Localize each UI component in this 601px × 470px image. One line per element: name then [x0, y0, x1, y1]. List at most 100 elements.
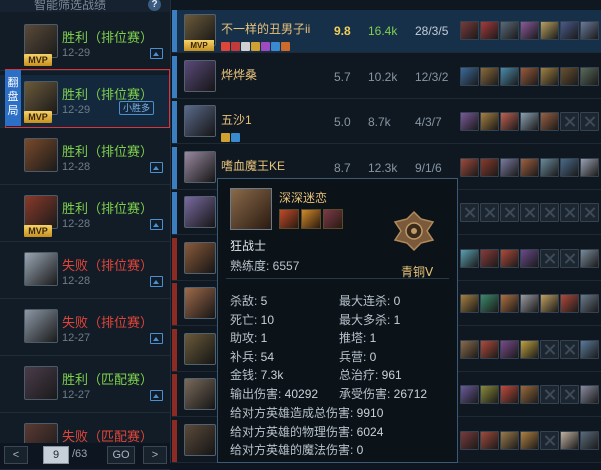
page-number-input[interactable]: 9	[43, 446, 69, 464]
player-name[interactable]: 嗜血魔王KE	[221, 157, 285, 174]
empty-item-slot[interactable]	[540, 203, 559, 222]
empty-item-slot[interactable]	[540, 385, 559, 404]
item-icon[interactable]	[500, 157, 519, 177]
item-icon[interactable]	[560, 294, 579, 313]
player-name[interactable]: 五沙1	[221, 111, 252, 128]
player-row[interactable]: 烨烨桑 5.7 10.2k 12/3/2	[172, 55, 601, 99]
item-icon[interactable]	[520, 430, 539, 450]
game-list-item[interactable]: 失败（排位赛） 12-27	[0, 303, 170, 356]
item-icon[interactable]	[460, 66, 479, 86]
item-icon[interactable]	[520, 248, 539, 268]
player-name[interactable]: 烨烨桑	[221, 66, 257, 83]
empty-item-slot[interactable]	[460, 203, 479, 222]
item-icon[interactable]	[520, 66, 539, 86]
item-icon[interactable]	[480, 294, 499, 313]
game-list-item[interactable]: 胜利（排位赛） 12-28	[0, 132, 170, 185]
item-icon[interactable]	[480, 248, 499, 268]
item-icon[interactable]	[500, 430, 519, 450]
champion-icon[interactable]	[184, 150, 216, 183]
item-icon[interactable]	[460, 21, 479, 40]
item-icon[interactable]	[540, 294, 559, 313]
item-icon[interactable]	[460, 385, 479, 404]
item-icon[interactable]	[480, 66, 499, 86]
empty-item-slot[interactable]	[480, 203, 499, 222]
item-icon[interactable]	[480, 21, 499, 40]
champion-icon[interactable]	[184, 105, 216, 137]
empty-item-slot[interactable]	[580, 112, 599, 131]
item-icon[interactable]	[480, 430, 499, 450]
champion-icon[interactable]	[184, 287, 216, 319]
item-icon[interactable]	[520, 339, 539, 359]
item-icon[interactable]	[540, 66, 559, 86]
item-icon[interactable]	[480, 385, 499, 404]
item-icon[interactable]	[580, 294, 599, 313]
item-icon[interactable]	[500, 339, 519, 359]
game-list-item[interactable]: 失败（排位赛） 12-28	[0, 246, 170, 299]
item-icon[interactable]	[580, 430, 599, 450]
item-icon[interactable]	[540, 112, 559, 131]
game-list-item[interactable]: MVP 胜利（排位赛） 12-28	[0, 189, 170, 242]
empty-item-slot[interactable]	[560, 385, 579, 404]
item-icon[interactable]	[580, 339, 599, 359]
empty-item-slot[interactable]	[500, 203, 519, 222]
item-icon[interactable]	[560, 21, 579, 40]
champion-icon[interactable]	[184, 378, 216, 410]
item-icon[interactable]	[480, 157, 499, 177]
item-icon[interactable]	[500, 66, 519, 86]
champion-icon[interactable]	[184, 332, 216, 365]
smart-filter-label[interactable]: 智能筛选战绩	[34, 0, 106, 13]
item-icon[interactable]	[560, 66, 579, 86]
empty-item-slot[interactable]	[540, 430, 559, 450]
item-icon[interactable]	[500, 21, 519, 40]
player-name[interactable]: 不一样的丑男子ii	[221, 20, 310, 37]
item-icon[interactable]	[540, 21, 559, 40]
item-icon[interactable]	[460, 430, 479, 450]
empty-item-slot[interactable]	[580, 203, 599, 222]
champion-icon[interactable]	[184, 241, 216, 274]
empty-item-slot[interactable]	[520, 203, 539, 222]
item-icon[interactable]	[520, 157, 539, 177]
item-icon[interactable]	[460, 294, 479, 313]
player-row[interactable]: MVP 不一样的丑男子ii 9.8 16.4k 28/3/5	[172, 10, 601, 53]
screenshot-icon[interactable]	[150, 48, 163, 59]
item-icon[interactable]	[540, 157, 559, 177]
item-icon[interactable]	[580, 385, 599, 404]
game-list-item[interactable]: MVP 胜利（排位赛） 12-29	[0, 18, 170, 71]
item-icon[interactable]	[460, 339, 479, 359]
item-icon[interactable]	[580, 157, 599, 177]
item-icon[interactable]	[560, 430, 579, 450]
champion-icon[interactable]	[184, 196, 216, 228]
item-icon[interactable]	[520, 21, 539, 40]
go-button[interactable]: GO	[107, 446, 135, 464]
item-icon[interactable]	[460, 157, 479, 177]
item-icon[interactable]	[500, 248, 519, 268]
screenshot-icon[interactable]	[150, 219, 163, 230]
prev-page-button[interactable]: <	[4, 446, 28, 464]
champion-icon[interactable]	[184, 423, 216, 456]
item-icon[interactable]	[580, 248, 599, 268]
item-icon[interactable]	[580, 66, 599, 86]
item-icon[interactable]	[520, 385, 539, 404]
item-icon[interactable]	[460, 112, 479, 131]
item-icon[interactable]	[520, 112, 539, 131]
player-row[interactable]: 五沙1 5.0 8.7k 4/3/7	[172, 101, 601, 144]
empty-item-slot[interactable]	[540, 248, 559, 268]
game-list-item[interactable]: 胜利（匹配赛） 12-27	[0, 360, 170, 413]
item-icon[interactable]	[460, 248, 479, 268]
item-icon[interactable]	[500, 112, 519, 131]
item-icon[interactable]	[500, 294, 519, 313]
screenshot-icon[interactable]	[150, 162, 163, 173]
champion-icon[interactable]	[184, 59, 216, 92]
empty-item-slot[interactable]	[560, 248, 579, 268]
item-icon[interactable]	[480, 112, 499, 131]
item-icon[interactable]	[520, 294, 539, 313]
empty-item-slot[interactable]	[560, 203, 579, 222]
next-page-button[interactable]: >	[143, 446, 167, 464]
screenshot-icon[interactable]	[150, 390, 163, 401]
item-icon[interactable]	[580, 21, 599, 40]
item-icon[interactable]	[560, 157, 579, 177]
item-icon[interactable]	[500, 385, 519, 404]
empty-item-slot[interactable]	[560, 112, 579, 131]
empty-item-slot[interactable]	[540, 339, 559, 359]
screenshot-icon[interactable]	[150, 276, 163, 287]
